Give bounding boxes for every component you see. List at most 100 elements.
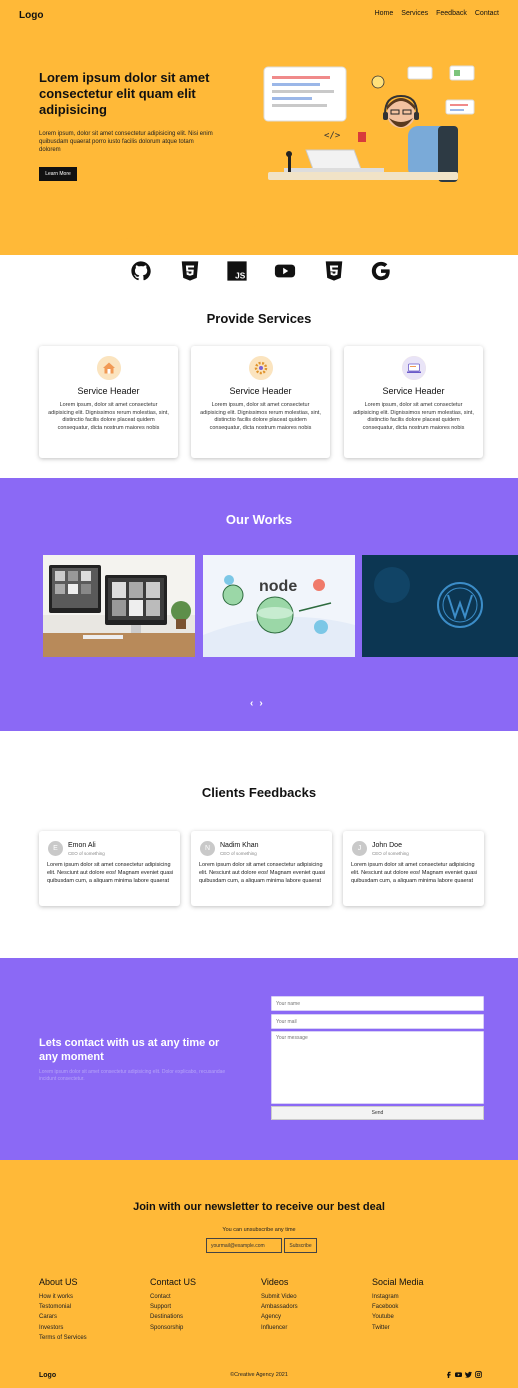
subscribe-button[interactable]: Subscribe bbox=[284, 1238, 317, 1253]
gear-icon bbox=[249, 356, 273, 380]
youtube-icon bbox=[274, 264, 296, 278]
footer-link[interactable]: Facebook bbox=[372, 1302, 424, 1312]
nav-link-home[interactable]: Home bbox=[375, 10, 394, 17]
facebook-icon[interactable] bbox=[445, 1371, 452, 1378]
footer-social-icons bbox=[445, 1371, 482, 1378]
nav-link-feedback[interactable]: Feedback bbox=[436, 10, 467, 17]
service-header: Service Header bbox=[77, 386, 140, 396]
footer-link[interactable]: Influencer bbox=[261, 1323, 298, 1333]
contact-text: Lorem ipsum dolor sit amet consectetur a… bbox=[39, 1069, 226, 1082]
avatar: E bbox=[48, 841, 63, 856]
works-title: Our Works bbox=[225, 512, 293, 527]
house-icon bbox=[97, 356, 121, 380]
footer-column-title: Social Media bbox=[372, 1277, 424, 1287]
newsletter-subtitle: You can unsubscribe any time bbox=[222, 1227, 296, 1233]
footer-link[interactable]: Testomonial bbox=[39, 1302, 87, 1312]
twitter-icon[interactable] bbox=[465, 1371, 472, 1378]
feedback-role: CEO of something bbox=[220, 851, 257, 856]
works-carousel-nav: ‹ › bbox=[250, 698, 263, 709]
nav-link-contact[interactable]: Contact bbox=[475, 10, 499, 17]
feedback-name: Emon Ali bbox=[68, 842, 96, 849]
contact-section: Lets contact with us at any time or any … bbox=[0, 958, 518, 1160]
laptop-icon bbox=[402, 356, 426, 380]
avatar: J bbox=[352, 841, 367, 856]
hero-title: Lorem ipsum dolor sit amet consectetur e… bbox=[39, 70, 210, 117]
nav-link-services[interactable]: Services bbox=[401, 10, 428, 17]
developer-illustration: </> bbox=[263, 65, 475, 182]
footer-column-title: Contact US bbox=[150, 1277, 197, 1287]
svg-text:node: node bbox=[259, 578, 297, 595]
feedback-card: E Emon Ali CEO of something Lorem ipsum … bbox=[39, 831, 180, 906]
google-icon bbox=[371, 261, 390, 281]
service-header: Service Header bbox=[382, 386, 445, 396]
footer-link[interactable]: Twitter bbox=[372, 1323, 424, 1333]
footer-link[interactable]: Ambassadors bbox=[261, 1302, 298, 1312]
footer-link[interactable]: Youtube bbox=[372, 1312, 424, 1322]
service-card: Service Header Lorem ipsum, dolor sit am… bbox=[344, 346, 483, 458]
newsletter-email-input[interactable] bbox=[206, 1238, 282, 1253]
carousel-next-button[interactable]: › bbox=[259, 698, 262, 709]
footer-link[interactable]: Submit Video bbox=[261, 1292, 298, 1302]
feedback-card: J John Doe CEO of something Lorem ipsum … bbox=[343, 831, 484, 906]
footer-column-about: About US How it works Testomonial Carars… bbox=[39, 1277, 87, 1343]
service-card: Service Header Lorem ipsum, dolor sit am… bbox=[191, 346, 330, 458]
work-image-desk-computers[interactable] bbox=[43, 555, 195, 657]
main-nav: Home Services Feedback Contact bbox=[375, 10, 499, 17]
service-text: Lorem ipsum, dolor sit amet consectetur … bbox=[353, 402, 474, 431]
contact-email-input[interactable] bbox=[271, 1014, 484, 1029]
footer-link[interactable]: Contact bbox=[150, 1292, 196, 1302]
work-image-wordpress[interactable] bbox=[362, 555, 518, 657]
feedback-text: Lorem ipsum dolor sit amet consectetur a… bbox=[351, 862, 478, 884]
nav-logo[interactable]: Logo bbox=[19, 10, 43, 21]
copyright-text: ©Creative Agency 2021 bbox=[230, 1372, 288, 1378]
footer-column-social: Social Media Instagram Facebook Youtube … bbox=[372, 1277, 424, 1333]
carousel-prev-button[interactable]: ‹ bbox=[250, 698, 253, 709]
feedback-text: Lorem ipsum dolor sit amet consectetur a… bbox=[47, 862, 174, 884]
service-header: Service Header bbox=[229, 386, 292, 396]
footer-link[interactable]: Terms of Services bbox=[39, 1333, 87, 1343]
feedback-name: John Doe bbox=[372, 842, 402, 849]
footer-link[interactable]: Instagram bbox=[372, 1292, 424, 1302]
learn-more-button[interactable]: Learn More bbox=[39, 167, 77, 181]
footer-column-title: About US bbox=[39, 1277, 78, 1287]
feedback-title: Clients Feedbacks bbox=[201, 785, 317, 800]
service-card: Service Header Lorem ipsum, dolor sit am… bbox=[39, 346, 178, 458]
footer-link[interactable]: Support bbox=[150, 1302, 196, 1312]
footer-link[interactable]: Sponsorship bbox=[150, 1323, 196, 1333]
instagram-icon[interactable] bbox=[475, 1371, 482, 1378]
footer-section: Join with our newsletter to receive our … bbox=[0, 1160, 518, 1388]
works-section: Our Works node ‹ › bbox=[0, 478, 518, 731]
contact-name-input[interactable] bbox=[271, 996, 484, 1011]
service-text: Lorem ipsum, dolor sit amet consectetur … bbox=[200, 402, 321, 431]
contact-title: Lets contact with us at any time or any … bbox=[39, 1037, 220, 1063]
newsletter-title: Join with our newsletter to receive our … bbox=[133, 1201, 385, 1213]
tech-icons-row: JS bbox=[0, 260, 518, 284]
footer-column-title: Videos bbox=[261, 1277, 289, 1287]
footer-link[interactable]: Agency bbox=[261, 1312, 298, 1322]
feedback-name: Nadim Khan bbox=[220, 842, 259, 849]
feedback-role: CEO of something bbox=[68, 851, 105, 856]
footer-column-contact: Contact US Contact Support Destinations … bbox=[150, 1277, 196, 1333]
footer-link[interactable]: Carars bbox=[39, 1312, 87, 1322]
footer-column-videos: Videos Submit Video Ambassadors Agency I… bbox=[261, 1277, 298, 1333]
avatar: N bbox=[200, 841, 215, 856]
send-button[interactable]: Send bbox=[271, 1106, 484, 1120]
svg-text:</>: </> bbox=[324, 131, 341, 141]
hero-text: Lorem ipsum, dolor sit amet consectetur … bbox=[39, 131, 213, 153]
footer-link[interactable]: Investors bbox=[39, 1323, 87, 1333]
service-text: Lorem ipsum, dolor sit amet consectetur … bbox=[48, 402, 169, 431]
feedback-role: CEO of something bbox=[372, 851, 409, 856]
css3-icon bbox=[325, 261, 343, 281]
feedback-card: N Nadim Khan CEO of something Lorem ipsu… bbox=[191, 831, 332, 906]
svg-text:JS: JS bbox=[235, 271, 246, 280]
footer-link[interactable]: Destinations bbox=[150, 1312, 196, 1322]
services-title: Provide Services bbox=[206, 311, 312, 326]
feedback-text: Lorem ipsum dolor sit amet consectetur a… bbox=[199, 862, 326, 884]
work-image-nodejs[interactable]: node bbox=[203, 555, 355, 657]
youtube-icon[interactable] bbox=[455, 1371, 462, 1378]
contact-message-input[interactable] bbox=[271, 1031, 484, 1104]
javascript-icon: JS bbox=[227, 261, 247, 281]
hero-wave-divider bbox=[0, 200, 518, 252]
footer-link[interactable]: How it works bbox=[39, 1292, 87, 1302]
github-icon bbox=[131, 261, 151, 281]
